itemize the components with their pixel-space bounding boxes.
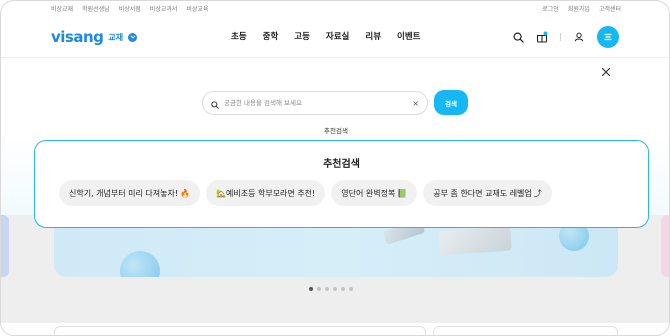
prev-slide-peek[interactable] bbox=[1, 215, 9, 277]
recommend-chip[interactable]: 🏡예비초등 학부모라면 추천! bbox=[206, 180, 326, 206]
recommend-chip[interactable]: 영단어 완벽정복 📗 bbox=[331, 180, 418, 206]
green-book-icon: 📗 bbox=[397, 188, 408, 198]
family-site-links: 비상교재 학원선생님 비상서점 비상교과서 비상교육 bbox=[51, 4, 209, 13]
content-card bbox=[433, 326, 618, 335]
chip-label: 영단어 완벽정복 bbox=[341, 188, 396, 198]
account-links: 로그인 회원가입 고객센터 bbox=[542, 4, 621, 13]
nav-item-middle[interactable]: 중학 bbox=[263, 30, 279, 42]
site-logo[interactable]: visang 교재 bbox=[51, 28, 138, 46]
utility-bar: 비상교재 학원선생님 비상서점 비상교과서 비상교육 로그인 회원가입 고객센터 bbox=[1, 1, 669, 15]
carousel-dot[interactable] bbox=[317, 287, 321, 291]
util-link-academy-teacher[interactable]: 학원선생님 bbox=[82, 4, 110, 13]
recommended-search-panel: 추천검색 신학기, 개념부터 미리 다져놓자! 🔥 🏡예비초등 학부모라면 추천!… bbox=[34, 140, 649, 228]
carousel-dot[interactable] bbox=[333, 287, 337, 291]
card-graphic bbox=[438, 226, 512, 256]
page-frame: 비상교재 학원선생님 비상서점 비상교과서 비상교육 로그인 회원가입 고객센터… bbox=[0, 0, 670, 336]
carousel-dot[interactable] bbox=[325, 287, 329, 291]
content-card bbox=[54, 326, 426, 335]
nav-item-resources[interactable]: 자료실 bbox=[326, 30, 349, 42]
carousel-dot[interactable] bbox=[349, 287, 353, 291]
carousel-dot[interactable] bbox=[309, 287, 313, 291]
carousel-dot[interactable] bbox=[341, 287, 345, 291]
close-icon[interactable] bbox=[600, 63, 612, 77]
carousel-pagination bbox=[309, 287, 353, 291]
customer-center-link[interactable]: 고객센터 bbox=[599, 4, 621, 13]
search-icon bbox=[211, 94, 219, 113]
util-link-visang-edu[interactable]: 비상교육 bbox=[186, 4, 208, 13]
signup-link[interactable]: 회원가입 bbox=[568, 4, 590, 13]
header-tools bbox=[512, 26, 619, 48]
nav-item-elementary[interactable]: 초등 bbox=[231, 30, 247, 42]
login-link[interactable]: 로그인 bbox=[542, 4, 559, 13]
user-icon[interactable] bbox=[573, 31, 585, 43]
chip-label: 🏡예비초등 학부모라면 추천! bbox=[216, 188, 316, 198]
search-box: × bbox=[202, 91, 428, 115]
coin-graphic bbox=[120, 251, 160, 277]
nav-item-event[interactable]: 이벤트 bbox=[397, 30, 420, 42]
menu-icon[interactable] bbox=[597, 26, 619, 48]
search-input[interactable] bbox=[224, 99, 404, 107]
search-button[interactable]: 검색 bbox=[434, 90, 468, 115]
chevron-down-icon[interactable] bbox=[128, 32, 138, 42]
clear-search-icon[interactable]: × bbox=[412, 99, 419, 108]
chip-label: 공부 좀 한다면 교재도 레벨업 bbox=[433, 188, 532, 198]
nav-item-high[interactable]: 고등 bbox=[294, 30, 310, 42]
gift-icon[interactable] bbox=[536, 31, 548, 43]
recommend-chip[interactable]: 신학기, 개념부터 미리 다져놓자! 🔥 bbox=[59, 180, 201, 206]
tool-divider bbox=[560, 33, 561, 41]
search-icon[interactable] bbox=[512, 31, 524, 43]
nav-item-review[interactable]: 리뷰 bbox=[365, 30, 381, 42]
util-link-bisang-books[interactable]: 비상교재 bbox=[51, 4, 73, 13]
main-nav: 초등 중학 고등 자료실 리뷰 이벤트 bbox=[231, 30, 421, 42]
logo-tag: 교재 bbox=[108, 32, 124, 42]
util-link-bookstore[interactable]: 비상서점 bbox=[119, 4, 141, 13]
fire-icon: 🔥 bbox=[180, 188, 191, 198]
recommend-tab-label: 추천검색 bbox=[324, 127, 348, 135]
chip-label: 신학기, 개념부터 미리 다져놓자! bbox=[69, 188, 179, 198]
recommended-search-title: 추천검색 bbox=[323, 159, 360, 170]
recommended-chips: 신학기, 개념부터 미리 다져놓자! 🔥 🏡예비초등 학부모라면 추천! 영단어 … bbox=[59, 180, 552, 206]
next-slide-peek[interactable] bbox=[661, 215, 669, 277]
site-header: visang 교재 초등 중학 고등 자료실 리뷰 이벤트 bbox=[1, 16, 669, 58]
util-link-textbook[interactable]: 비상교과서 bbox=[150, 4, 178, 13]
recommend-chip[interactable]: 공부 좀 한다면 교재도 레벨업 ⤴ bbox=[423, 180, 552, 206]
logo-wordmark: visang bbox=[51, 28, 104, 46]
arrow-up-icon: ⤴ bbox=[533, 188, 542, 198]
header-divider bbox=[1, 57, 669, 58]
